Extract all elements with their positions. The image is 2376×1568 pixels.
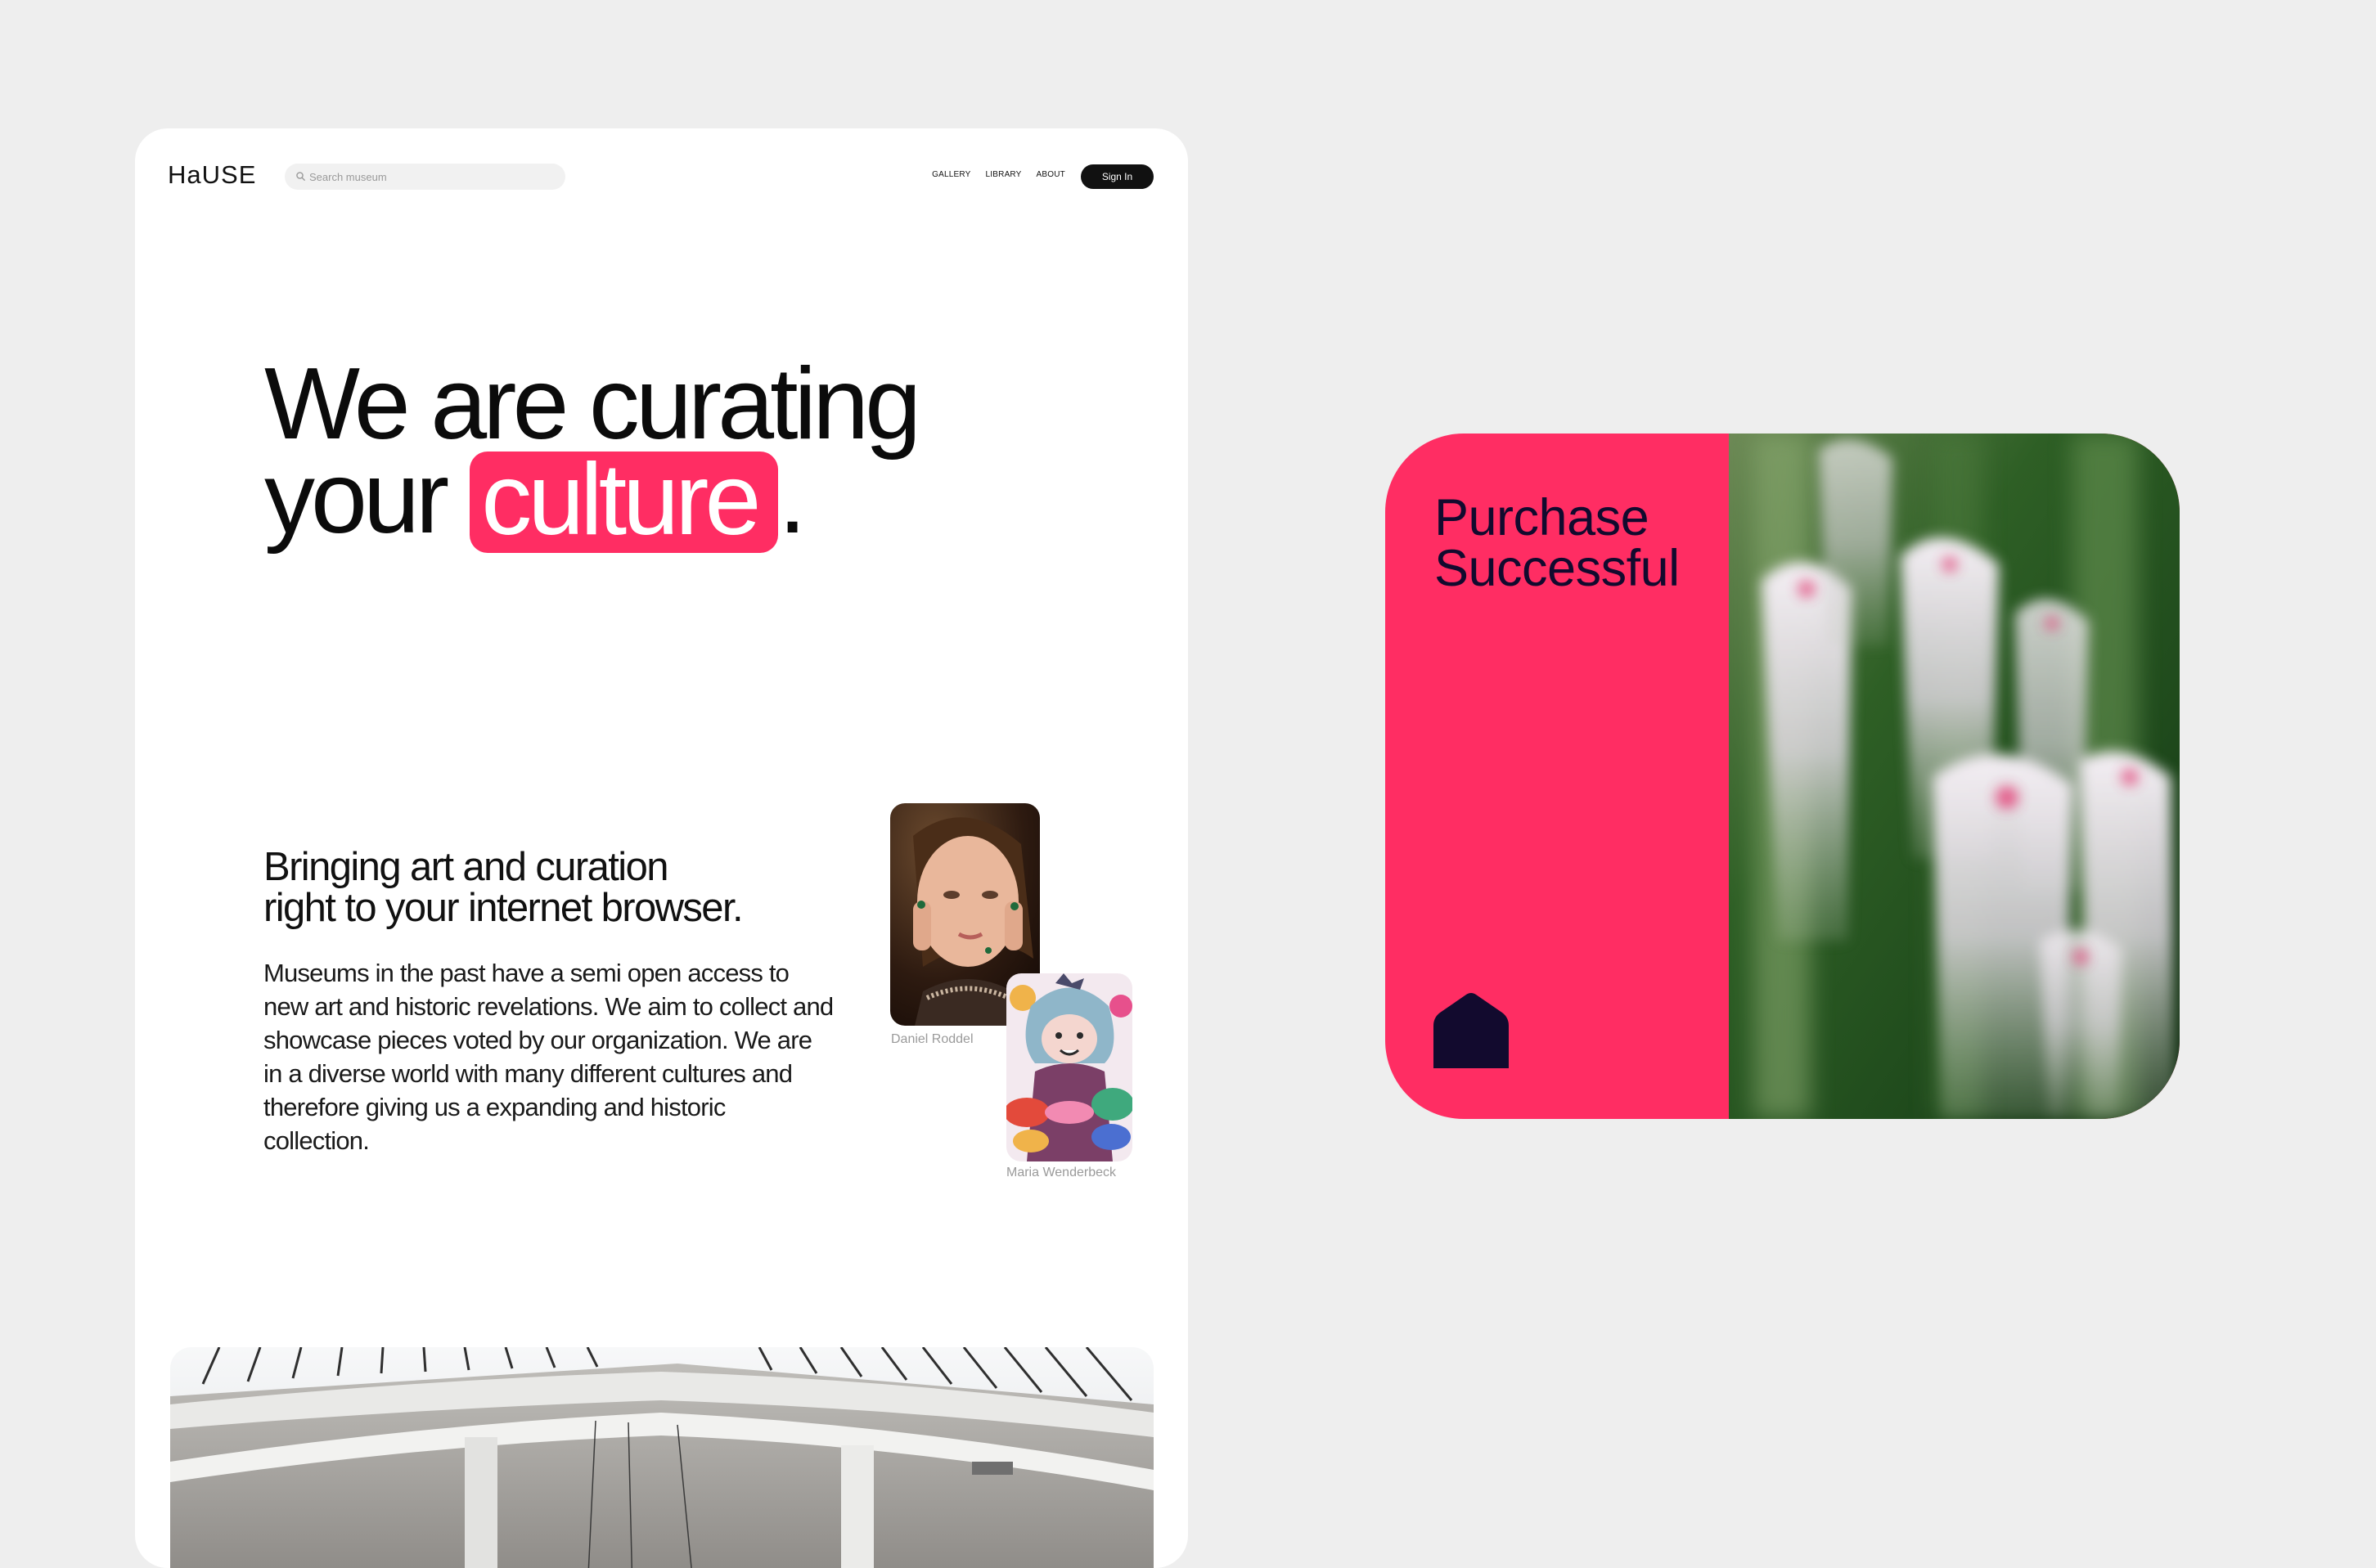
house-icon	[1433, 993, 1509, 1068]
gallery-image	[170, 1347, 1154, 1568]
purchase-title: Purchase Successful	[1434, 489, 1680, 597]
purchase-title-line-1: Purchase	[1434, 489, 1649, 546]
section-title-line-2: right to your internet browser.	[263, 886, 744, 930]
nav-about[interactable]: ABOUT	[1037, 170, 1065, 179]
hero-line-2: your culture.	[264, 447, 917, 553]
hero-period: .	[778, 442, 807, 555]
top-nav: HaUSE GALLERY LIBRARY ABOUT Sign In	[135, 128, 1188, 227]
search-input[interactable]	[309, 164, 555, 190]
sign-in-button[interactable]: Sign In	[1081, 164, 1154, 189]
artwork-caption: Daniel Roddel	[891, 1032, 974, 1046]
purchase-title-line-2: Successful	[1434, 540, 1680, 597]
nav-gallery[interactable]: GALLERY	[932, 170, 970, 179]
section-body: Museums in the past have a semi open acc…	[263, 959, 834, 1155]
search-icon	[296, 172, 305, 181]
nav-library[interactable]: LIBRARY	[986, 170, 1022, 179]
section-title-line-1: Bringing art and curation	[263, 845, 668, 889]
nav-links: GALLERY LIBRARY ABOUT	[932, 170, 1065, 179]
gallery-photo	[170, 1347, 1154, 1568]
artwork-caption: Maria Wenderbeck	[1006, 1166, 1116, 1179]
website-preview: HaUSE GALLERY LIBRARY ABOUT Sign In We a…	[135, 128, 1188, 1568]
flower-photo	[1729, 434, 2180, 1119]
artwork-illustration[interactable]	[1006, 973, 1132, 1161]
purchase-success-card: Purchase Successful	[1385, 434, 2180, 1119]
illustration-image	[1006, 973, 1132, 1161]
section-title: Bringing art and curation right to your …	[263, 845, 744, 930]
hero-prefix: your	[264, 442, 449, 555]
hero-line-1: We are curating	[264, 348, 921, 461]
brand-logo[interactable]: HaUSE	[168, 160, 256, 190]
hero-heading: We are curating your culture.	[264, 348, 921, 553]
hero-highlight: culture	[470, 449, 779, 553]
search-bar[interactable]	[285, 164, 565, 190]
